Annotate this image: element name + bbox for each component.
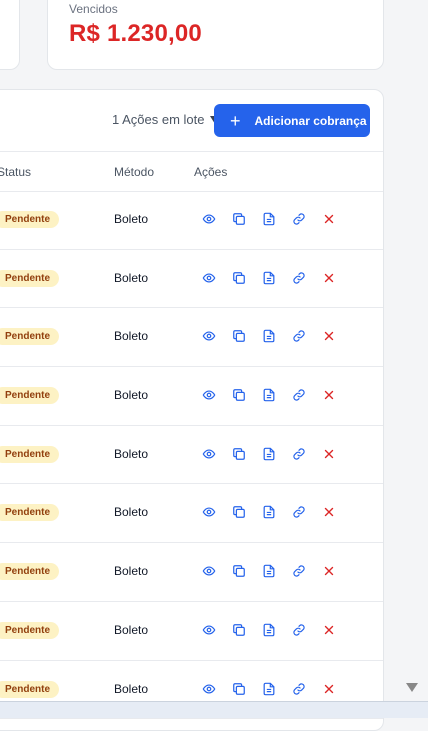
link-icon[interactable] xyxy=(291,504,307,520)
link-icon[interactable] xyxy=(291,446,307,462)
row-actions xyxy=(201,446,337,462)
row-actions xyxy=(201,563,337,579)
row-actions xyxy=(201,270,337,286)
row-actions xyxy=(201,504,337,520)
view-icon[interactable] xyxy=(201,328,217,344)
status-badge: Pendente xyxy=(0,211,60,228)
table-row: Pendente Boleto xyxy=(0,426,383,485)
link-icon[interactable] xyxy=(291,270,307,286)
view-icon[interactable] xyxy=(201,211,217,227)
status-badge: Pendente xyxy=(0,563,60,581)
copy-icon[interactable] xyxy=(231,504,247,520)
row-actions xyxy=(201,622,337,638)
status-badge: Pendente xyxy=(0,328,60,346)
delete-icon[interactable] xyxy=(321,563,337,579)
row-actions xyxy=(201,211,337,227)
document-icon[interactable] xyxy=(261,622,277,638)
copy-icon[interactable] xyxy=(231,211,247,227)
document-icon[interactable] xyxy=(261,211,277,227)
row-actions xyxy=(201,328,337,344)
add-charge-button[interactable]: + Adicionar cobrança xyxy=(214,104,370,137)
document-icon[interactable] xyxy=(261,563,277,579)
window-bottom-bar xyxy=(0,701,428,718)
link-icon[interactable] xyxy=(291,387,307,403)
payment-method: Boleto xyxy=(114,622,149,637)
delete-icon[interactable] xyxy=(321,504,337,520)
delete-icon[interactable] xyxy=(321,446,337,462)
delete-icon[interactable] xyxy=(321,211,337,227)
view-icon[interactable] xyxy=(201,563,217,579)
view-icon[interactable] xyxy=(201,504,217,520)
payment-method: Boleto xyxy=(114,329,149,344)
status-badge: Pendente xyxy=(0,445,60,463)
delete-icon[interactable] xyxy=(321,270,337,286)
delete-icon[interactable] xyxy=(321,328,337,344)
plus-icon: + xyxy=(230,110,241,131)
document-icon[interactable] xyxy=(261,270,277,286)
table-header: Status Método Ações xyxy=(0,152,383,192)
table-row: Pendente Boleto xyxy=(0,250,383,309)
table-toolbar: 1 Ações em lote + Adicionar cobrança xyxy=(0,90,383,152)
charges-table-panel: 1 Ações em lote + Adicionar cobrança Sta… xyxy=(0,89,384,731)
copy-icon[interactable] xyxy=(231,563,247,579)
scrollbar[interactable] xyxy=(401,0,428,702)
document-icon[interactable] xyxy=(261,328,277,344)
document-icon[interactable] xyxy=(261,681,277,697)
view-icon[interactable] xyxy=(201,622,217,638)
table-row: Pendente Boleto xyxy=(0,602,383,661)
copy-icon[interactable] xyxy=(231,681,247,697)
payment-method: Boleto xyxy=(114,564,149,579)
overdue-label: Vencidos xyxy=(69,2,118,16)
copy-icon[interactable] xyxy=(231,387,247,403)
delete-icon[interactable] xyxy=(321,387,337,403)
payment-method: Boleto xyxy=(114,212,149,226)
view-icon[interactable] xyxy=(201,681,217,697)
summary-card-partial xyxy=(0,0,20,70)
table-row: Pendente Boleto xyxy=(0,191,383,250)
overdue-summary-card: Vencidos R$ 1.230,00 xyxy=(47,0,384,70)
link-icon[interactable] xyxy=(291,681,307,697)
table-row: Pendente Boleto xyxy=(0,484,383,544)
link-icon[interactable] xyxy=(291,622,307,638)
status-badge: Pendente xyxy=(0,621,60,639)
status-badge: Pendente xyxy=(0,504,60,522)
link-icon[interactable] xyxy=(291,211,307,227)
copy-icon[interactable] xyxy=(231,622,247,638)
delete-icon[interactable] xyxy=(321,622,337,638)
document-icon[interactable] xyxy=(261,446,277,462)
add-charge-label: Adicionar cobrança xyxy=(254,113,367,128)
status-badge: Pendente xyxy=(0,387,60,405)
table-body: Pendente Boleto Pendente Boleto Pendente Bole… xyxy=(0,191,383,720)
payment-method: Boleto xyxy=(114,270,149,285)
table-row: Pendente Boleto xyxy=(0,308,383,368)
status-badge: Pendente xyxy=(0,269,60,287)
view-icon[interactable] xyxy=(201,446,217,462)
payment-method: Boleto xyxy=(114,505,149,520)
document-icon[interactable] xyxy=(261,504,277,520)
delete-icon[interactable] xyxy=(321,681,337,697)
row-actions xyxy=(201,387,337,403)
bulk-actions-label: 1 Ações em lote xyxy=(112,112,205,127)
scroll-down-icon[interactable] xyxy=(406,683,418,692)
copy-icon[interactable] xyxy=(231,446,247,462)
column-header-status[interactable]: Status xyxy=(0,165,31,179)
copy-icon[interactable] xyxy=(231,270,247,286)
column-header-actions: Ações xyxy=(194,165,228,179)
table-row: Pendente Boleto xyxy=(0,367,383,426)
status-badge: Pendente xyxy=(0,680,60,698)
link-icon[interactable] xyxy=(291,328,307,344)
view-icon[interactable] xyxy=(201,387,217,403)
payment-method: Boleto xyxy=(114,446,149,461)
bulk-actions-dropdown[interactable]: 1 Ações em lote xyxy=(112,112,220,127)
table-row: Pendente Boleto xyxy=(0,543,383,602)
copy-icon[interactable] xyxy=(231,328,247,344)
column-header-method[interactable]: Método xyxy=(114,165,154,179)
payment-method: Boleto xyxy=(114,388,149,403)
document-icon[interactable] xyxy=(261,387,277,403)
link-icon[interactable] xyxy=(291,563,307,579)
view-icon[interactable] xyxy=(201,270,217,286)
overdue-amount: R$ 1.230,00 xyxy=(69,20,202,47)
payment-method: Boleto xyxy=(114,681,149,696)
row-actions xyxy=(201,681,337,697)
